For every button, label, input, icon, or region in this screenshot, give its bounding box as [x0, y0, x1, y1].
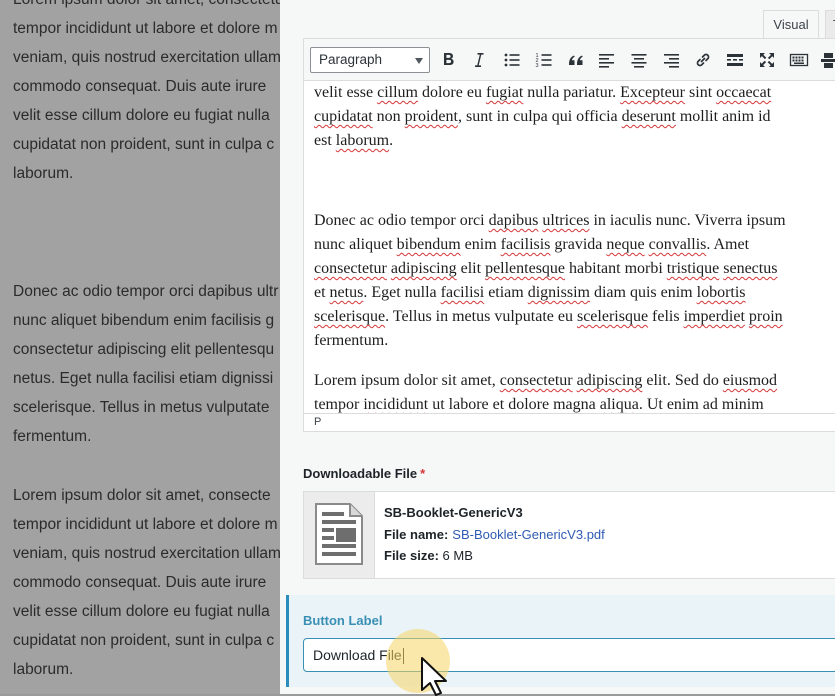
editor-toolbar: Paragraph 123 [304, 39, 835, 81]
document-icon [315, 503, 363, 565]
required-mark: * [420, 466, 426, 481]
align-right-icon[interactable] [659, 48, 683, 72]
format-select[interactable]: Paragraph [310, 47, 430, 73]
svg-text:3: 3 [536, 63, 539, 69]
mouse-pointer-icon [421, 657, 447, 696]
tab-visual[interactable]: Visual [763, 10, 819, 38]
content-paragraph: velit esse cillum dolore eu fugiat nulla… [314, 84, 772, 149]
file-size-row: File size: 6 MB [384, 548, 473, 563]
file-title: SB-Booklet-GenericV3 [384, 505, 523, 520]
downloadable-file-label: Downloadable File * [303, 466, 426, 481]
fullscreen-icon[interactable] [755, 48, 779, 72]
bulleted-list-icon[interactable] [500, 48, 524, 72]
element-path[interactable]: P [304, 413, 835, 431]
file-size-value: 6 MB [442, 548, 473, 563]
button-label-heading: Button Label [303, 613, 383, 628]
rich-text-editor: Paragraph 123 velit esse cillum dolore e… [303, 38, 835, 432]
toolbar-toggle-icon[interactable] [819, 48, 835, 72]
bold-icon[interactable] [436, 48, 460, 72]
align-left-icon[interactable] [595, 48, 619, 72]
numbered-list-icon[interactable]: 123 [532, 48, 556, 72]
block-settings-panel: Visual T Paragraph 123 [280, 0, 835, 694]
file-card[interactable]: SB-Booklet-GenericV3 File name: SB-Bookle… [303, 491, 835, 579]
tab-text[interactable]: T [825, 10, 835, 38]
blockquote-icon[interactable] [564, 48, 588, 72]
button-label-input[interactable] [303, 638, 835, 672]
chevron-down-icon [415, 58, 423, 64]
button-label-section: Button Label [286, 595, 835, 687]
read-more-icon[interactable] [723, 48, 747, 72]
link-icon[interactable] [691, 48, 715, 72]
keyboard-icon[interactable] [787, 48, 811, 72]
editor-content[interactable]: velit esse cillum dolore eu fugiat nulla… [304, 81, 835, 414]
file-name-row: File name: SB-Booklet-GenericV3.pdf [384, 527, 605, 542]
italic-icon[interactable] [467, 48, 491, 72]
align-center-icon[interactable] [627, 48, 651, 72]
file-name-link[interactable]: SB-Booklet-GenericV3.pdf [452, 527, 604, 542]
content-paragraph: Lorem ipsum dolor sit amet, consectetur … [314, 372, 778, 413]
format-select-value: Paragraph [319, 52, 383, 67]
file-thumbnail [304, 492, 375, 578]
content-paragraph: Donec ac odio tempor orci dapibus ultric… [314, 212, 786, 349]
